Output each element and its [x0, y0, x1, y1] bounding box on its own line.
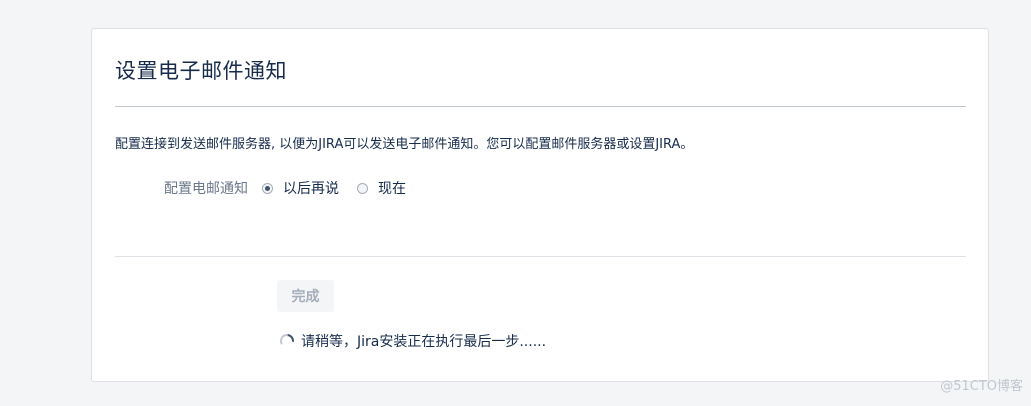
radio-later-label: 以后再说: [283, 181, 339, 197]
email-notification-label: 配置电邮通知: [164, 181, 248, 197]
radio-later-icon[interactable]: [262, 182, 273, 194]
setup-panel: 设置电子邮件通知 配置连接到发送邮件服务器, 以便为JIRA可以发送电子邮件通知…: [91, 28, 989, 382]
status-text: 请稍等，Jira安装正在执行最后一步......: [301, 334, 547, 350]
done-button[interactable]: 完成: [277, 280, 334, 312]
actions-divider: [115, 256, 966, 257]
title-divider: [115, 106, 966, 107]
spinner-icon: [279, 333, 294, 345]
radio-now-icon[interactable]: [357, 182, 368, 194]
status-row: 请稍等，Jira安装正在执行最后一步......: [279, 331, 546, 351]
email-notification-field: 配置电邮通知 以后再说 现在: [92, 177, 424, 199]
radio-option-later[interactable]: 以后再说: [262, 178, 339, 198]
description-text: 配置连接到发送邮件服务器, 以便为JIRA可以发送电子邮件通知。您可以配置邮件服…: [115, 137, 694, 152]
watermark: @51CTO博客: [940, 379, 1023, 394]
page-title: 设置电子邮件通知: [115, 59, 287, 83]
radio-now-label: 现在: [378, 181, 406, 197]
radio-option-now[interactable]: 现在: [357, 178, 406, 198]
